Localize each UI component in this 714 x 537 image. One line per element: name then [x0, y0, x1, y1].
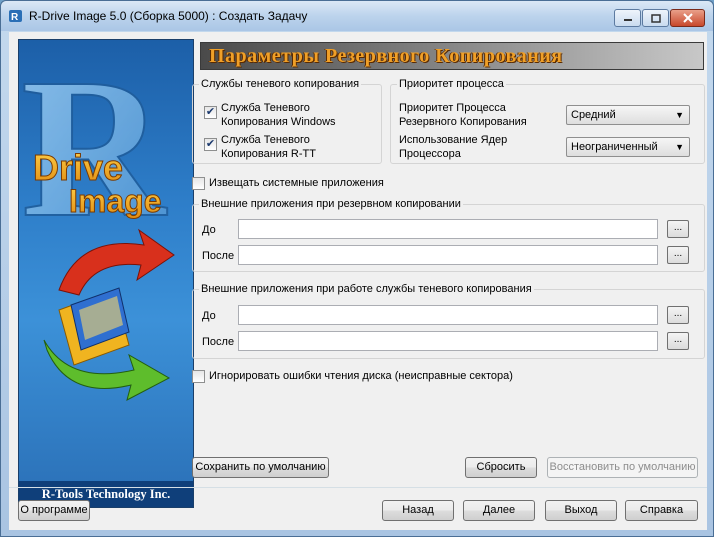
backup-after-input[interactable]: [238, 245, 658, 265]
cpu-usage-select[interactable]: Неограниченный ▼: [566, 137, 690, 157]
checkbox-label: Служба Теневого Копирования R-TT: [221, 134, 316, 160]
dropdown-arrow-icon: ▼: [675, 142, 684, 152]
shadow-services-group: Службы теневого копирования ✔ Служба Тен…: [192, 78, 382, 164]
minimize-button[interactable]: [614, 9, 641, 27]
backup-before-input[interactable]: [238, 219, 658, 239]
cpu-usage-value: Неограниченный: [571, 141, 658, 153]
group-title: Службы теневого копирования: [199, 78, 362, 90]
shadow-before-input[interactable]: [238, 305, 658, 325]
windows-vss-checkbox[interactable]: ✔: [204, 106, 217, 119]
minimize-icon: [623, 19, 632, 21]
next-button[interactable]: Далее: [463, 500, 535, 521]
window-title: R-Drive Image 5.0 (Сборка 5000) : Создат…: [29, 9, 308, 23]
title-bar[interactable]: R R-Drive Image 5.0 (Сборка 5000) : Созд…: [1, 1, 713, 31]
checkbox-label: Служба Теневого Копирования Windows: [221, 102, 336, 128]
rdrive-logo-graphic: R Drive Image: [20, 40, 175, 401]
priority-select[interactable]: Средний ▼: [566, 105, 690, 125]
back-button[interactable]: Назад: [382, 500, 454, 521]
footer-divider: [9, 487, 707, 488]
group-title: Внешние приложения при работе службы тен…: [199, 283, 534, 295]
shadow-after-input[interactable]: [238, 331, 658, 351]
shadow-before-browse-button[interactable]: ...: [667, 306, 689, 324]
close-button[interactable]: [670, 9, 705, 27]
backup-after-browse-button[interactable]: ...: [667, 246, 689, 264]
before-label: До: [202, 224, 216, 236]
external-shadow-group: Внешние приложения при работе службы тен…: [192, 283, 705, 359]
maximize-icon: [650, 13, 661, 23]
after-label: После: [202, 250, 235, 262]
group-title: Приоритет процесса: [397, 78, 506, 90]
close-icon: [682, 13, 693, 23]
about-button[interactable]: О программе: [18, 500, 90, 521]
backup-before-browse-button[interactable]: ...: [667, 220, 689, 238]
svg-text:Drive: Drive: [33, 147, 123, 188]
restore-default-button[interactable]: Восстановить по умолчанию: [547, 457, 698, 478]
dropdown-arrow-icon: ▼: [675, 110, 684, 120]
rtt-vss-checkbox[interactable]: ✔: [204, 138, 217, 151]
ignore-errors-checkbox[interactable]: [192, 370, 205, 383]
reset-button[interactable]: Сбросить: [465, 457, 537, 478]
before-label: До: [202, 310, 216, 322]
group-title: Внешние приложения при резервном копиров…: [199, 198, 463, 210]
save-default-button[interactable]: Сохранить по умолчанию: [192, 457, 329, 478]
dialog-body: R Drive Image R-Tools Technology Inc. Па…: [9, 32, 707, 530]
cpu-label: Использование Ядер Процессора: [399, 134, 508, 160]
app-icon: R: [9, 10, 22, 23]
process-priority-group: Приоритет процесса Приоритет Процесса Ре…: [390, 78, 705, 164]
ignore-errors-label: Игнорировать ошибки чтения диска (неиспр…: [209, 370, 513, 382]
external-backup-group: Внешние приложения при резервном копиров…: [192, 198, 705, 272]
priority-value: Средний: [571, 109, 616, 121]
sidebar-logo-panel: R Drive Image R-Tools Technology Inc.: [18, 39, 194, 508]
notify-apps-checkbox[interactable]: [192, 177, 205, 190]
exit-button[interactable]: Выход: [545, 500, 617, 521]
after-label: После: [202, 336, 235, 348]
svg-text:Image: Image: [69, 183, 161, 219]
svg-text:R: R: [11, 12, 19, 23]
page-title: Параметры Резервного Копирования: [200, 42, 704, 70]
priority-label: Приоритет Процесса Резервного Копировани…: [399, 102, 527, 128]
help-button[interactable]: Справка: [625, 500, 698, 521]
notify-apps-label: Извещать системные приложения: [209, 177, 384, 189]
maximize-button[interactable]: [642, 9, 669, 27]
app-window: R R-Drive Image 5.0 (Сборка 5000) : Созд…: [0, 0, 714, 537]
shadow-after-browse-button[interactable]: ...: [667, 332, 689, 350]
